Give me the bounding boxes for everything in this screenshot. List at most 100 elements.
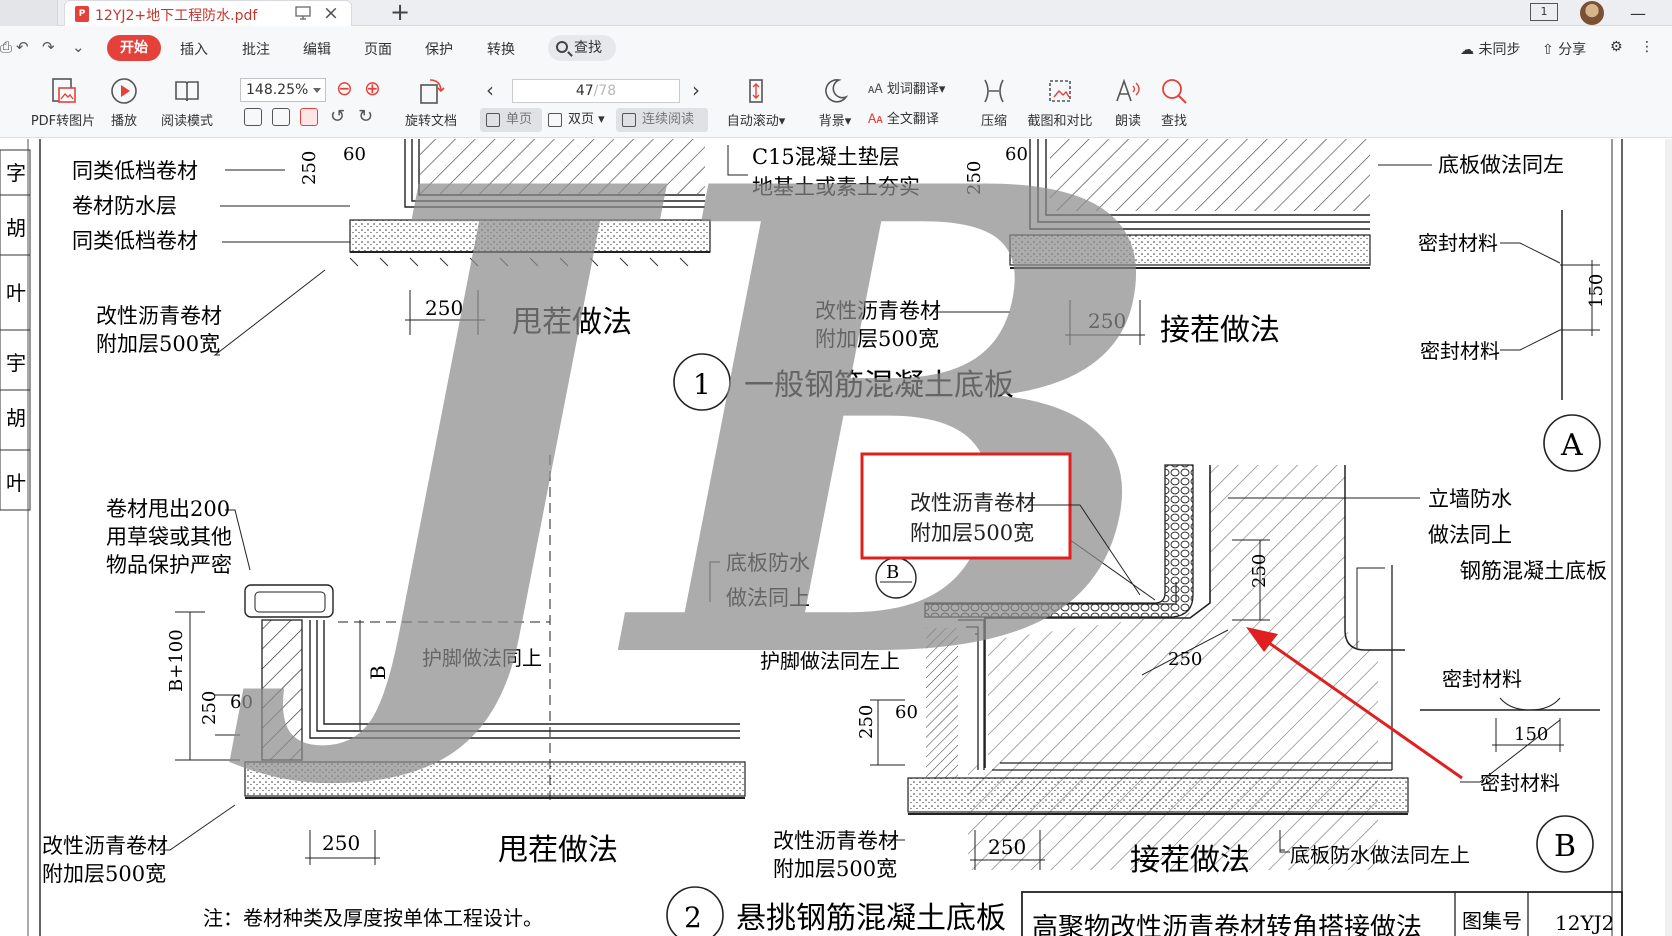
double-page-icon [548, 113, 562, 127]
screenshot-icon [1049, 80, 1071, 102]
play-icon [111, 78, 137, 104]
title-block-name: 高聚物改性沥青卷材转角搭接做法 [1032, 913, 1422, 936]
share-button[interactable]: ⇧ 分享 [1542, 39, 1586, 59]
menu-convert[interactable]: 转换 [487, 39, 515, 59]
annotation-box-line-1: 改性沥青卷材 [910, 491, 1036, 515]
page-number-input[interactable]: 47/78 [512, 79, 680, 103]
label-jiecha-2: 接茬做法 [1130, 843, 1250, 878]
annotation-box-line-2: 附加层500宽 [910, 521, 1034, 545]
new-tab-icon[interactable]: + [390, 0, 410, 26]
more-options-icon[interactable]: ⋮ [1640, 39, 1654, 55]
menu-annotate[interactable]: 批注 [242, 39, 270, 59]
rotate-left-icon[interactable]: ↺ [330, 106, 345, 127]
sync-label: 未同步 [1478, 42, 1521, 58]
single-page-icon [486, 113, 500, 127]
label-liqiang-1: 立墙防水 [1428, 487, 1512, 511]
double-page-button[interactable]: 双页 ▾ [542, 108, 612, 132]
print-icon[interactable]: ⎙ [0, 38, 12, 56]
side-text-3: 叶 [6, 281, 26, 305]
pdf-to-image-label: PDF转图片 [30, 114, 96, 129]
next-page-icon[interactable]: › [692, 78, 700, 102]
compress-button[interactable]: 压缩 [972, 76, 1016, 129]
document-viewport[interactable]: 字 胡 叶 宇 胡 叶 250 60 250 同类低档卷材 卷材防水层 同类低档… [0, 139, 1672, 936]
menu-search-label: 查找 [574, 40, 602, 56]
rotate-right-icon[interactable]: ↻ [358, 106, 373, 127]
actual-size-icon[interactable] [244, 108, 262, 126]
share-label: 分享 [1558, 42, 1587, 58]
label-diban-tongzuo: 底板做法同左 [1438, 153, 1564, 177]
read-mode-label: 阅读模式 [160, 114, 213, 129]
read-mode-button[interactable]: 阅读模式 [156, 76, 218, 129]
vertical-scrollbar[interactable] [1665, 139, 1672, 936]
compress-label: 压缩 [980, 114, 1007, 129]
settings-gear-icon[interactable]: ⚙ [1610, 39, 1623, 55]
label-jiecha-1: 接茬做法 [1160, 313, 1280, 348]
auto-scroll-button[interactable]: 自动滚动▾ [720, 76, 792, 129]
rotate-document-button[interactable]: 旋转文档 [398, 76, 464, 129]
minimize-icon[interactable]: — [1630, 4, 1646, 23]
side-text-2: 胡 [6, 216, 26, 240]
zoom-out-icon[interactable]: ⊖ [336, 76, 353, 100]
dim-250-v4: 250 [1249, 554, 1270, 588]
fit-width-icon[interactable] [300, 108, 318, 126]
side-text-5: 胡 [6, 406, 26, 430]
word-translate-button[interactable]: 🗚 划词翻译▾ [868, 78, 966, 97]
undo-icon[interactable]: ↶ [16, 38, 29, 56]
menu-insert[interactable]: 插入 [180, 39, 208, 59]
previous-tab[interactable] [0, 0, 58, 26]
chevron-down-icon [313, 88, 321, 93]
total-pages: /78 [593, 83, 617, 99]
customize-chevron-icon[interactable]: ⌄ [72, 38, 85, 56]
label-liqiang-2: 做法同上 [1428, 523, 1512, 547]
screenshot-compare-button[interactable]: 截图和对比 [1020, 76, 1100, 129]
side-binding-strip: 字 胡 叶 宇 胡 叶 [0, 149, 31, 511]
label-fujia-a: 附加层500宽 [96, 332, 220, 356]
menu-page[interactable]: 页面 [364, 39, 392, 59]
menu-start[interactable]: 开始 [107, 35, 161, 61]
detail-a-label: A [1560, 428, 1583, 463]
label-mifeng-3: 密封材料 [1442, 667, 1522, 691]
label-juancai-shuai-1: 卷材甩出200 [106, 497, 230, 521]
note-text: 注：卷材种类及厚度按单体工程设计。 [203, 906, 543, 930]
side-text-4: 宇 [6, 351, 26, 375]
redo-icon[interactable]: ↷ [42, 38, 55, 56]
continuous-read-button[interactable]: 连续阅读 [616, 108, 708, 132]
background-label: 背景 [818, 114, 845, 129]
fit-page-icon[interactable] [272, 108, 290, 126]
tab-bar: P 12YJ2+地下工程防水.pdf × + 1 — [0, 0, 1672, 26]
zoom-level-select[interactable]: 148.25% [240, 78, 326, 102]
label-juancai-shuai-2: 用草袋或其他 [106, 525, 232, 549]
compress-icon [984, 79, 1004, 103]
close-tab-icon[interactable]: × [323, 2, 339, 24]
label-juancai-shuai-3: 物品保护严密 [106, 553, 232, 577]
read-aloud-icon [1116, 78, 1140, 102]
word-translate-label: 划词翻译 [886, 82, 939, 97]
user-avatar[interactable] [1580, 1, 1604, 25]
cloud-sync-button[interactable]: ☁ 未同步 [1460, 39, 1520, 59]
read-aloud-button[interactable]: 朗读 [1110, 76, 1146, 129]
find-icon [1162, 79, 1187, 104]
label-gaixing-c: 改性沥青卷材 [42, 834, 168, 858]
zoom-in-icon[interactable]: ⊕ [364, 76, 381, 100]
menu-protect[interactable]: 保护 [425, 39, 453, 59]
rotate-document-icon [420, 79, 445, 104]
full-translate-button[interactable]: 🗛 全文翻译 [868, 108, 966, 127]
background-button[interactable]: 背景▾ [812, 76, 858, 129]
find-button[interactable]: 查找 [1156, 76, 1192, 129]
pdf-to-image-button[interactable]: PDF转图片 [26, 76, 100, 129]
label-gaixing-d: 改性沥青卷材 [773, 829, 899, 853]
menu-edit[interactable]: 编辑 [303, 39, 331, 59]
single-page-button[interactable]: 单页 [480, 108, 542, 132]
monitor-icon[interactable] [295, 6, 311, 20]
play-button[interactable]: 播放 [104, 76, 144, 129]
window-pages-indicator[interactable]: 1 [1530, 3, 1558, 21]
auto-scroll-icon [749, 79, 763, 103]
document-tab[interactable]: P 12YJ2+地下工程防水.pdf × [64, 0, 352, 26]
label-tonglei-1: 同类低档卷材 [72, 159, 198, 183]
previous-page-icon[interactable]: ‹ [486, 78, 494, 102]
atlas-label: 图集号 [1462, 909, 1522, 933]
label-diban-fangshui-left-up: 底板防水做法同左上 [1290, 843, 1470, 867]
word-translate-icon: 🗚 [868, 82, 883, 97]
pdf-to-image-icon [52, 78, 76, 103]
menu-search-button[interactable]: 查找 [548, 35, 616, 61]
